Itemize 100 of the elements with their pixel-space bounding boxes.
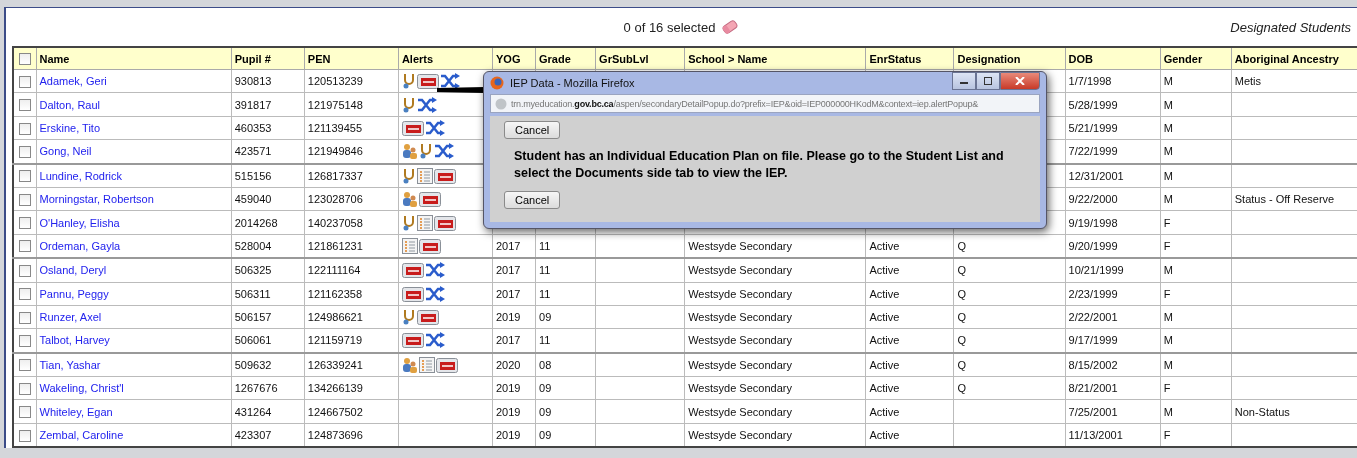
shuffle-icon[interactable] [416,96,437,113]
table-cell: Q [957,264,967,277]
table-cell: Westsyde Secondary [688,382,792,395]
cancel-button[interactable]: Cancel [504,191,561,209]
document-icon[interactable] [401,262,424,279]
table-cell: 506325 [234,264,272,277]
cancel-button[interactable]: Cancel [504,121,561,139]
selection-count: 0 of 16 selected [623,19,716,35]
table-cell: M [1163,169,1173,182]
student-link[interactable]: Whiteley, Egan [39,405,113,418]
globe-icon [495,97,507,110]
student-link[interactable]: Runzer, Axel [39,311,102,324]
row-checkbox[interactable] [19,359,31,372]
student-link[interactable]: Dalton, Raul [39,98,101,111]
stethoscope-icon[interactable] [418,143,433,160]
student-link[interactable]: Adamek, Geri [39,75,107,88]
row-checkbox[interactable] [19,122,31,135]
shuffle-icon[interactable] [424,119,445,136]
people-icon[interactable] [401,143,418,160]
list-icon[interactable] [401,237,418,254]
shuffle-icon[interactable] [424,262,445,279]
table-cell: F [1163,429,1171,442]
row-checkbox[interactable] [19,145,31,158]
table-cell: Westsyde Secondary [688,311,792,324]
table-cell: Westsyde Secondary [688,264,792,277]
maximize-button[interactable] [976,72,1000,90]
table-cell: 11 [539,334,551,347]
row-checkbox[interactable] [19,170,31,183]
shuffle-icon[interactable] [424,285,445,302]
shuffle-icon[interactable] [439,73,460,90]
stethoscope-icon[interactable] [401,167,416,184]
table-cell: 528004 [234,239,272,252]
table-cell: 121139455 [307,121,363,134]
minimize-button[interactable] [952,72,976,90]
table-cell: 121159719 [307,334,363,347]
table-cell: F [1163,216,1171,229]
stethoscope-icon[interactable] [401,309,416,326]
table-cell: 2019 [496,311,521,324]
table-cell: 121861231 [307,239,363,252]
table-cell: 121162358 [307,287,363,300]
people-icon[interactable] [401,356,418,373]
table-cell: Q [957,311,967,324]
row-checkbox[interactable] [19,264,31,277]
list-icon[interactable] [416,214,433,231]
table-cell: 509632 [234,358,272,371]
row-checkbox[interactable] [19,75,31,88]
select-all-checkbox[interactable] [19,53,31,66]
document-icon[interactable] [435,356,458,373]
table-cell: 1267676 [234,382,278,395]
table-cell: 10/21/1999 [1068,264,1124,277]
student-link[interactable]: Tian, Yashar [39,358,101,371]
eraser-icon[interactable] [721,20,740,34]
close-button[interactable] [1000,72,1040,90]
row-checkbox[interactable] [19,240,31,253]
document-icon[interactable] [401,119,424,136]
row-checkbox[interactable] [19,406,31,419]
table-cell: 09 [539,382,552,395]
student-link[interactable]: Pannu, Peggy [39,287,109,300]
table-cell: 7/25/2001 [1068,405,1118,418]
student-link[interactable]: Osland, Deryl [39,264,107,277]
shuffle-icon[interactable] [433,143,454,160]
column-header[interactable]: PEN [307,52,331,65]
list-icon[interactable] [418,356,435,373]
row-checkbox[interactable] [19,288,31,301]
stethoscope-icon[interactable] [401,73,416,90]
row-checkbox[interactable] [19,382,31,395]
table-cell: 8/21/2001 [1068,382,1118,395]
document-icon[interactable] [401,285,424,302]
document-icon[interactable] [433,214,456,231]
document-icon[interactable] [401,332,424,349]
document-icon[interactable] [433,167,456,184]
row-checkbox[interactable] [19,217,31,230]
column-header[interactable]: Alerts [401,52,434,65]
address-bar[interactable]: trn.myeducation.gov.bc.ca/aspen/secondaryDetailPopup.do?prefix=IEP&oid=IEP000000HKodM&context=iep.alertPopup& [490,94,1040,113]
table-cell: Q [957,239,967,252]
stethoscope-icon[interactable] [401,214,416,231]
table-cell: 9/19/1998 [1068,216,1118,229]
table-cell: 124873696 [307,429,363,442]
row-checkbox[interactable] [19,99,31,112]
row-checkbox[interactable] [19,429,31,442]
list-icon[interactable] [416,167,433,184]
table-cell: Q [957,358,967,371]
student-link[interactable]: Talbot, Harvey [39,334,110,347]
row-checkbox[interactable] [19,193,31,206]
table-cell: Active [869,405,900,418]
document-icon[interactable] [418,237,441,254]
column-header[interactable]: Name [39,52,70,65]
people-icon[interactable] [401,191,418,208]
document-icon[interactable] [416,309,439,326]
student-link[interactable]: Erskine, Tito [39,121,101,134]
shuffle-icon[interactable] [424,332,445,349]
column-header[interactable]: DOB [1068,52,1094,65]
stethoscope-icon[interactable] [401,96,416,113]
table-cell: 460353 [234,121,272,134]
document-icon[interactable] [416,73,439,90]
document-icon[interactable] [418,191,441,208]
table-cell: 2017 [496,264,521,277]
student-link[interactable]: Gong, Neil [39,145,92,158]
row-checkbox[interactable] [19,311,31,324]
row-checkbox[interactable] [19,335,31,348]
